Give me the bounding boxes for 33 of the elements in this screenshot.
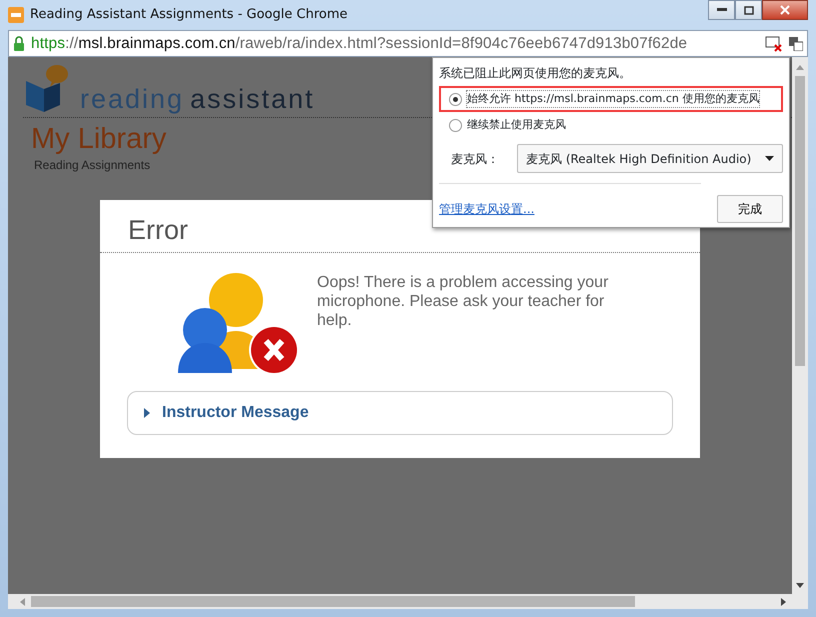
scroll-down-arrow-icon[interactable]	[796, 583, 804, 588]
scroll-right-arrow-icon[interactable]	[781, 598, 786, 606]
microphone-dropdown[interactable]: 麦克风 (Realtek High Definition Audio)	[517, 144, 783, 173]
maximize-icon	[744, 6, 754, 14]
page-subheading: Reading Assignments	[34, 156, 150, 174]
done-button[interactable]: 完成	[717, 195, 783, 223]
vertical-scrollbar-thumb[interactable]	[795, 76, 805, 366]
microphone-label: 麦克风：	[451, 150, 499, 168]
close-button[interactable]	[762, 0, 808, 20]
caret-icon	[144, 408, 150, 418]
lock-icon	[13, 36, 25, 51]
blocked-microphone-icon[interactable]	[765, 34, 783, 52]
manage-settings-link[interactable]: 管理麦克风设置...	[439, 200, 534, 218]
radio-icon	[449, 118, 462, 132]
logo-text: reading	[80, 86, 184, 113]
minimize-button[interactable]	[708, 0, 735, 20]
url-text: https://msl.brainmaps.com.cn/raweb/ra/index.html?sessionId=8f904c76eeb6747d913b07f62de	[31, 34, 688, 54]
close-icon	[780, 5, 790, 15]
dropdown-arrow-icon	[765, 156, 774, 161]
radio-icon	[449, 92, 462, 106]
page-heading: My Library	[31, 124, 166, 156]
minimize-icon	[716, 8, 726, 12]
radio-option[interactable]: 始终允许 https://msl.brainmaps.com.cn 使用您的麦克风	[439, 86, 783, 112]
window-title: Reading Assistant Assignments - Google Chrome	[30, 6, 348, 24]
maximize-button[interactable]	[735, 0, 762, 20]
horizontal-scrollbar-thumb[interactable]	[31, 596, 635, 607]
instructor-message-toggle[interactable]: Instructor Message	[127, 391, 673, 435]
address-bar[interactable]: https://msl.brainmaps.com.cn/raweb/ra/index.html?sessionId=8f904c76eeb6747d913b07f62de	[8, 30, 808, 57]
radio-option[interactable]: 继续禁止使用麦克风	[439, 112, 783, 138]
app-icon	[8, 7, 24, 23]
logo-text: assistant	[190, 86, 315, 113]
blocked-notice: 系统已阻止此网页使用您的麦克风。	[439, 65, 632, 82]
error-message: Oops! There is a problem accessing your microphone. Please ask your teacher for help.	[317, 273, 610, 332]
